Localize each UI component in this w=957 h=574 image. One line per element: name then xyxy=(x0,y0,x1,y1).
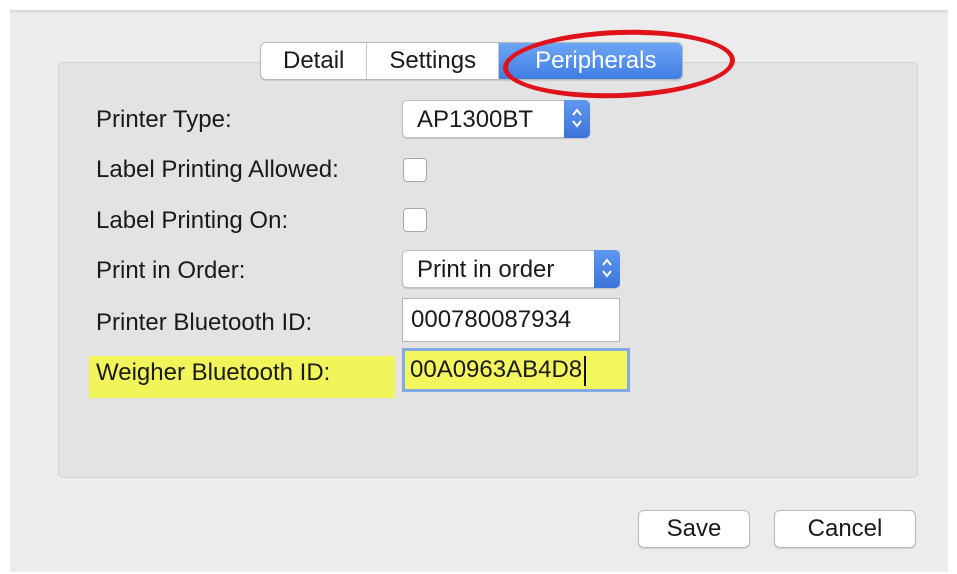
weigher-bluetooth-id-label: Weigher Bluetooth ID: xyxy=(96,359,331,386)
print-in-order-label: Print in Order: xyxy=(96,257,246,284)
title-shadow xyxy=(10,10,948,14)
save-button[interactable]: Save xyxy=(638,510,750,548)
tab-peripherals[interactable]: Peripherals xyxy=(499,43,683,79)
printer-type-label: Printer Type: xyxy=(96,106,232,133)
printer-type-value: AP1300BT xyxy=(417,106,534,133)
printer-type-popup[interactable]: AP1300BT xyxy=(402,100,590,138)
weigher-bluetooth-id-value: 00A0963AB4D8 xyxy=(410,356,583,383)
label-printing-allowed-checkbox[interactable] xyxy=(403,158,427,182)
tab-bar: Detail Settings Peripherals xyxy=(260,42,684,80)
label-printing-on-label: Label Printing On: xyxy=(96,207,289,234)
label-printing-allowed-label: Label Printing Allowed: xyxy=(96,156,339,183)
label-printing-on-checkbox[interactable] xyxy=(403,208,427,232)
print-in-order-value: Print in order xyxy=(417,256,555,283)
tab-settings[interactable]: Settings xyxy=(367,43,500,79)
printer-bluetooth-id-label: Printer Bluetooth ID: xyxy=(96,309,313,336)
print-in-order-popup[interactable]: Print in order xyxy=(402,250,620,288)
cancel-button[interactable]: Cancel xyxy=(774,510,916,548)
up-down-chevron-icon xyxy=(564,100,590,138)
text-caret xyxy=(584,355,587,386)
weigher-bluetooth-id-field[interactable]: 00A0963AB4D8 xyxy=(402,348,630,392)
dialog-window: Detail Settings Peripherals Printer Type… xyxy=(10,10,948,572)
printer-bluetooth-id-field[interactable]: 000780087934 xyxy=(402,298,620,342)
tab-detail[interactable]: Detail xyxy=(261,43,368,79)
up-down-chevron-icon xyxy=(594,250,620,288)
